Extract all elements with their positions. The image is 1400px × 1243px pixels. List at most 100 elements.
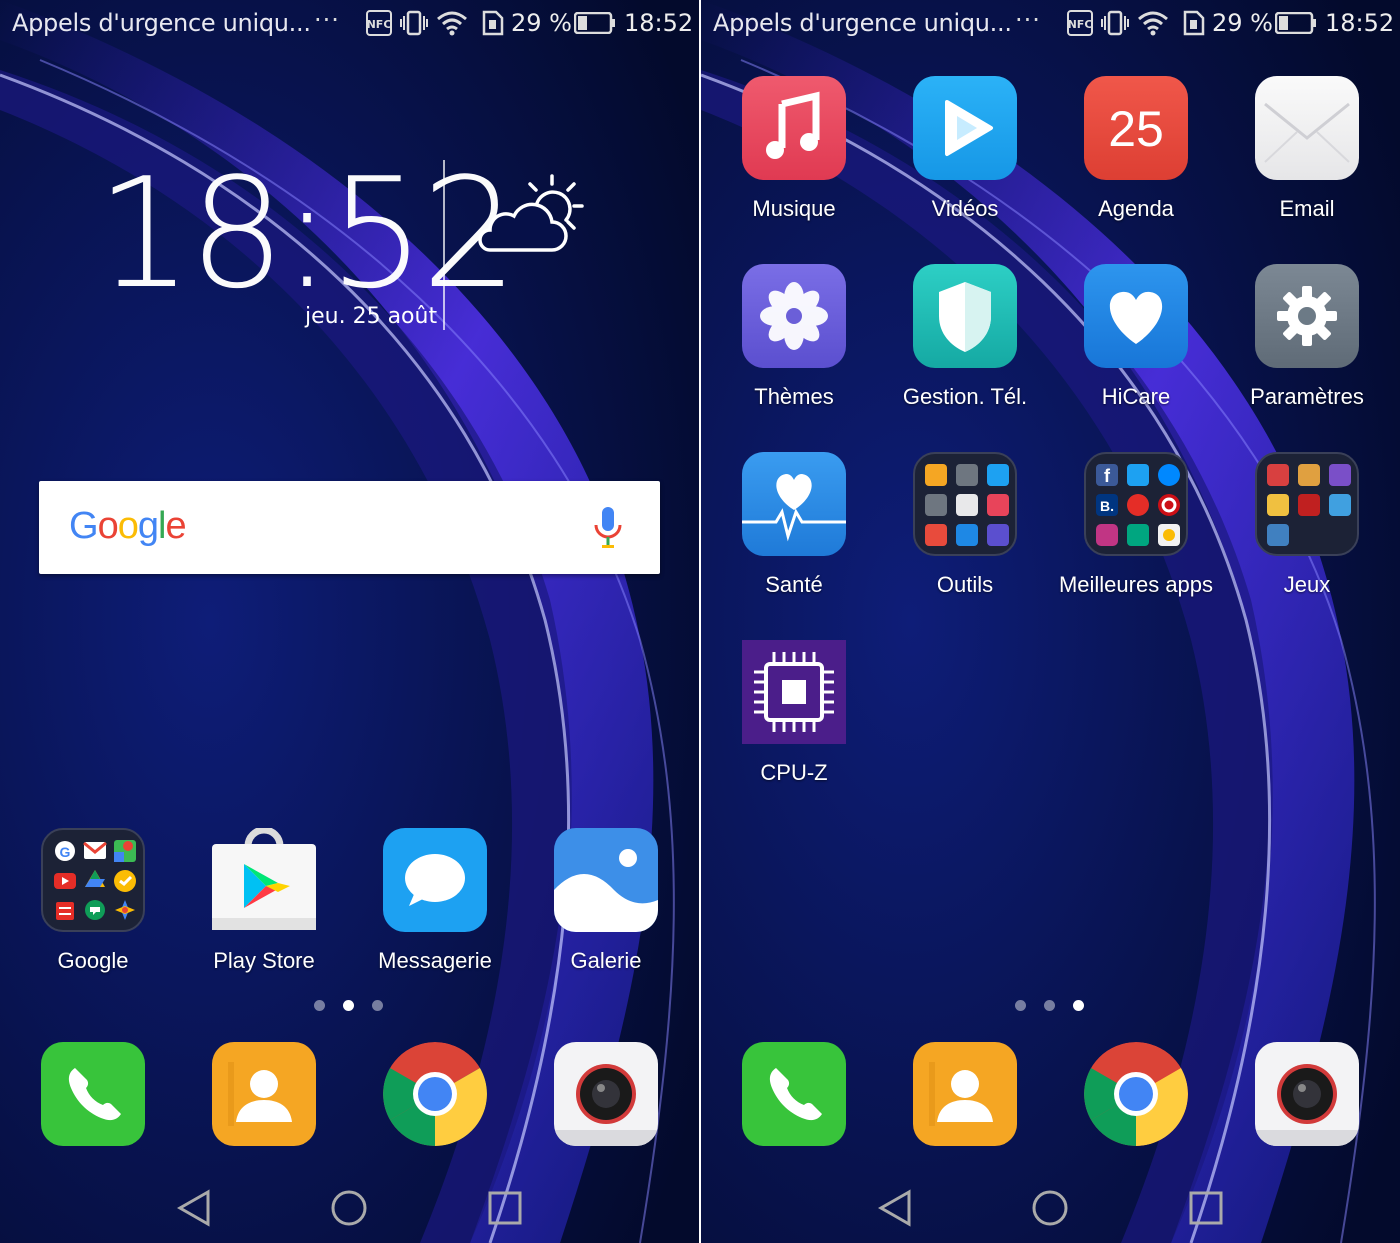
clock-time: 18:52 bbox=[96, 145, 518, 322]
email-icon bbox=[1255, 76, 1359, 180]
navigation-bar bbox=[176, 1189, 522, 1227]
chrome-icon bbox=[1084, 1042, 1188, 1146]
app-agenda[interactable]: 25 Agenda bbox=[1051, 76, 1221, 236]
app-label: Meilleures apps bbox=[1058, 572, 1214, 597]
phone-icon bbox=[41, 1042, 145, 1146]
app-label: Agenda bbox=[1098, 196, 1174, 221]
app-google-folder[interactable]: G Google bbox=[8, 828, 178, 988]
status-time: 18:52 bbox=[1325, 9, 1395, 37]
videos-icon bbox=[913, 76, 1017, 180]
sim-data-icon bbox=[482, 10, 504, 36]
app-themes[interactable]: Thèmes bbox=[709, 264, 879, 424]
battery-percent: 29 % bbox=[1212, 9, 1273, 37]
themes-icon bbox=[742, 264, 846, 368]
app-messagerie[interactable]: Messagerie bbox=[350, 828, 520, 988]
shield-icon bbox=[913, 264, 1017, 368]
app-label: Santé bbox=[765, 572, 823, 597]
dock-chrome[interactable] bbox=[1051, 1042, 1221, 1152]
recents-button[interactable] bbox=[488, 1191, 522, 1225]
wifi-icon bbox=[1138, 11, 1168, 36]
svg-text:f: f bbox=[1104, 466, 1111, 486]
carrier-text: Appels d'urgence uniqu... bbox=[713, 9, 1012, 37]
back-button[interactable] bbox=[176, 1189, 210, 1227]
page-dot bbox=[314, 1000, 325, 1011]
recents-button[interactable] bbox=[1189, 1191, 1223, 1225]
app-label: Play Store bbox=[213, 948, 315, 973]
app-sante[interactable]: Santé bbox=[709, 452, 879, 612]
vibrate-icon bbox=[1101, 10, 1129, 36]
google-search-bar[interactable]: Google bbox=[39, 481, 660, 574]
app-label: HiCare bbox=[1101, 384, 1171, 409]
google-logo: Google bbox=[69, 505, 187, 547]
weather-partly-cloudy-icon[interactable] bbox=[470, 170, 588, 256]
app-label: Google bbox=[57, 948, 129, 973]
app-hicare[interactable]: HiCare bbox=[1051, 264, 1221, 424]
page-dot bbox=[1044, 1000, 1055, 1011]
app-label: Galerie bbox=[570, 948, 642, 973]
calendar-icon: 25 bbox=[1084, 76, 1188, 180]
calendar-day: 25 bbox=[1108, 101, 1164, 157]
app-phone-manager[interactable]: Gestion. Tél. bbox=[880, 264, 1050, 424]
app-folder-jeux[interactable]: Jeux bbox=[1222, 452, 1392, 612]
nfc-icon: NFC bbox=[1067, 10, 1093, 36]
camera-icon bbox=[1255, 1042, 1359, 1146]
app-cpu-z[interactable]: CPU-Z bbox=[709, 640, 879, 800]
app-play-store[interactable]: Play Store bbox=[179, 828, 349, 988]
phone-icon bbox=[742, 1042, 846, 1146]
app-parametres[interactable]: Paramètres bbox=[1222, 264, 1392, 424]
dock-contacts[interactable] bbox=[179, 1042, 349, 1152]
contacts-icon bbox=[913, 1042, 1017, 1146]
battery-percent: 29 % bbox=[511, 9, 572, 37]
svg-text:B.: B. bbox=[1100, 498, 1114, 514]
dock-camera[interactable] bbox=[1222, 1042, 1392, 1152]
dock-camera[interactable] bbox=[521, 1042, 691, 1152]
gear-icon bbox=[1255, 264, 1359, 368]
status-time: 18:52 bbox=[624, 9, 694, 37]
app-label: Thèmes bbox=[754, 384, 834, 409]
back-button[interactable] bbox=[877, 1189, 911, 1227]
app-folder-meilleures-apps[interactable]: f B. Meilleures apps bbox=[1051, 452, 1221, 612]
page-dot bbox=[372, 1000, 383, 1011]
home-screen-right: Appels d'urgence uniqu... ··· NFC 29 % 1… bbox=[701, 0, 1400, 1243]
app-galerie[interactable]: Galerie bbox=[521, 828, 691, 988]
dock-chrome[interactable] bbox=[350, 1042, 520, 1152]
page-dot bbox=[1015, 1000, 1026, 1011]
app-label: CPU-Z bbox=[760, 760, 828, 785]
home-button[interactable] bbox=[331, 1190, 367, 1226]
app-email[interactable]: Email bbox=[1222, 76, 1392, 236]
svg-text:NFC: NFC bbox=[367, 18, 392, 31]
app-folder-outils[interactable]: Outils bbox=[880, 452, 1050, 612]
contacts-icon bbox=[212, 1042, 316, 1146]
dock-contacts[interactable] bbox=[880, 1042, 1050, 1152]
app-label: Email bbox=[1279, 196, 1335, 221]
app-videos[interactable]: Vidéos bbox=[880, 76, 1050, 236]
more-notifications-icon: ··· bbox=[314, 6, 340, 34]
messaging-icon bbox=[383, 828, 487, 932]
gallery-icon bbox=[554, 828, 658, 932]
health-icon bbox=[742, 452, 846, 556]
app-musique[interactable]: Musique bbox=[709, 76, 879, 236]
clock-divider bbox=[443, 160, 445, 330]
games-folder-icon bbox=[1255, 452, 1359, 556]
app-label: Messagerie bbox=[378, 948, 492, 973]
app-label: Gestion. Tél. bbox=[902, 384, 1028, 409]
dock-phone[interactable] bbox=[8, 1042, 178, 1152]
svg-text:NFC: NFC bbox=[1068, 18, 1093, 31]
status-bar: Appels d'urgence uniqu... ··· NFC 29 % 1… bbox=[701, 0, 1400, 48]
app-label: Vidéos bbox=[931, 196, 999, 221]
music-icon bbox=[742, 76, 846, 180]
page-dot-active bbox=[343, 1000, 354, 1011]
microphone-icon[interactable] bbox=[593, 505, 623, 549]
chrome-icon bbox=[383, 1042, 487, 1146]
wifi-icon bbox=[437, 11, 467, 36]
carrier-text: Appels d'urgence uniqu... bbox=[12, 9, 311, 37]
dock-phone[interactable] bbox=[709, 1042, 879, 1152]
google-folder-icon: G bbox=[41, 828, 145, 932]
tools-folder-icon bbox=[913, 452, 1017, 556]
top-apps-folder-icon: f B. bbox=[1084, 452, 1188, 556]
play-store-icon bbox=[212, 828, 316, 932]
status-bar: Appels d'urgence uniqu... ··· NFC 29 % 1… bbox=[0, 0, 699, 48]
home-button[interactable] bbox=[1032, 1190, 1068, 1226]
app-label: Jeux bbox=[1283, 572, 1331, 597]
svg-text:G: G bbox=[60, 844, 71, 860]
